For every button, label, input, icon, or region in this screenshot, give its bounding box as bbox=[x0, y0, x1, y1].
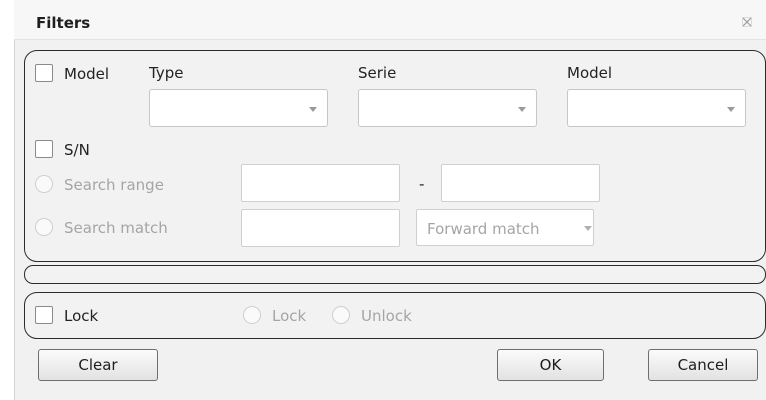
model-sn-group: Model Type Serie Model S/N Search range … bbox=[24, 50, 766, 262]
unlock-radio-label: Unlock bbox=[361, 307, 412, 325]
sn-checkbox-label: S/N bbox=[64, 141, 90, 159]
serie-label: Serie bbox=[358, 64, 397, 82]
search-match-label: Search match bbox=[64, 219, 168, 237]
search-range-label: Search range bbox=[64, 176, 164, 194]
serie-select[interactable] bbox=[358, 89, 537, 127]
range-from-input[interactable] bbox=[241, 164, 400, 202]
model-select[interactable] bbox=[567, 89, 746, 127]
match-mode-select[interactable]: Forward match bbox=[416, 209, 594, 246]
search-match-radio[interactable] bbox=[35, 218, 53, 236]
type-label: Type bbox=[149, 64, 184, 82]
range-to-input[interactable] bbox=[441, 164, 600, 202]
clear-button[interactable]: Clear bbox=[38, 349, 158, 381]
close-icon[interactable] bbox=[742, 17, 752, 27]
search-match-input[interactable] bbox=[241, 209, 400, 247]
empty-filter-group bbox=[24, 265, 766, 284]
chevron-down-icon bbox=[584, 226, 592, 231]
lock-checkbox[interactable] bbox=[35, 306, 53, 324]
lock-checkbox-label: Lock bbox=[64, 307, 99, 325]
search-range-radio[interactable] bbox=[35, 175, 53, 193]
chevron-down-icon bbox=[727, 107, 735, 112]
type-select[interactable] bbox=[149, 89, 328, 127]
chevron-down-icon bbox=[518, 107, 526, 112]
model-label: Model bbox=[567, 64, 613, 82]
dialog-titlebar: Filters bbox=[14, 0, 766, 40]
range-separator: - bbox=[419, 175, 425, 193]
model-checkbox[interactable] bbox=[35, 64, 53, 82]
dialog-title: Filters bbox=[36, 14, 91, 32]
lock-radio[interactable] bbox=[243, 306, 261, 324]
sn-checkbox[interactable] bbox=[35, 140, 53, 158]
model-checkbox-label: Model bbox=[64, 65, 110, 83]
unlock-radio[interactable] bbox=[332, 306, 350, 324]
match-mode-value: Forward match bbox=[427, 220, 540, 238]
cancel-button[interactable]: Cancel bbox=[648, 349, 758, 381]
ok-button[interactable]: OK bbox=[497, 349, 604, 381]
lock-radio-label: Lock bbox=[272, 307, 307, 325]
chevron-down-icon bbox=[309, 107, 317, 112]
lock-group: Lock Lock Unlock bbox=[24, 292, 766, 339]
